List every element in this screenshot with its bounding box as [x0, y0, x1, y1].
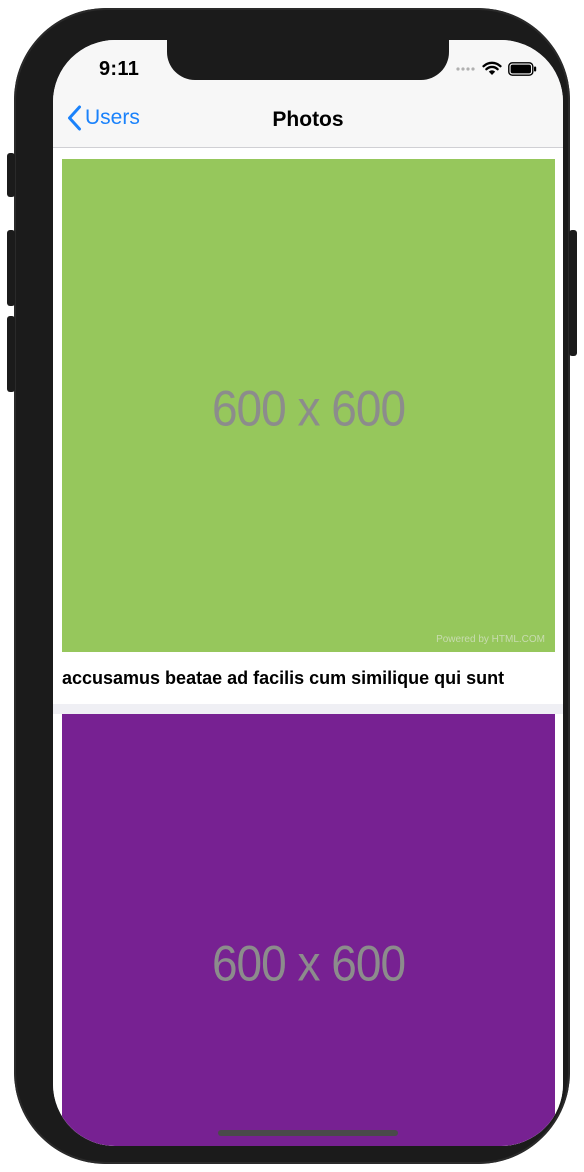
volume-down-button	[7, 316, 15, 392]
photo-list[interactable]: 600 x 600 Powered by HTML.COM accusamus …	[53, 148, 563, 1146]
volume-up-button	[7, 230, 15, 306]
signal-dots-icon	[456, 66, 475, 71]
photo-image: 600 x 600	[62, 714, 555, 1146]
photo-watermark: Powered by HTML.COM	[436, 634, 545, 645]
page-title: Photos	[272, 108, 344, 131]
wifi-icon	[482, 61, 502, 75]
photo-placeholder-text: 600 x 600	[211, 934, 406, 992]
status-time: 9:11	[99, 58, 140, 80]
photo-placeholder-text: 600 x 600	[211, 379, 406, 437]
photo-image: 600 x 600 Powered by HTML.COM	[62, 159, 555, 652]
photo-card[interactable]: 600 x 600	[53, 714, 563, 1146]
home-indicator[interactable]	[218, 1130, 398, 1136]
mute-switch	[7, 153, 15, 197]
photo-caption: accusamus beatae ad facilis cum similiqu…	[62, 668, 505, 688]
device-frame: 9:11 Users Photos 600 x 600 Powered by H…	[7, 8, 577, 1164]
power-button	[569, 230, 577, 356]
status-icons	[456, 61, 537, 76]
screen: 9:11 Users Photos 600 x 600 Powered by H…	[53, 40, 563, 1146]
navigation-bar: Users Photos	[53, 92, 563, 148]
notch	[167, 40, 449, 80]
battery-icon	[508, 61, 537, 76]
photo-card[interactable]: 600 x 600 Powered by HTML.COM accusamus …	[53, 148, 563, 704]
